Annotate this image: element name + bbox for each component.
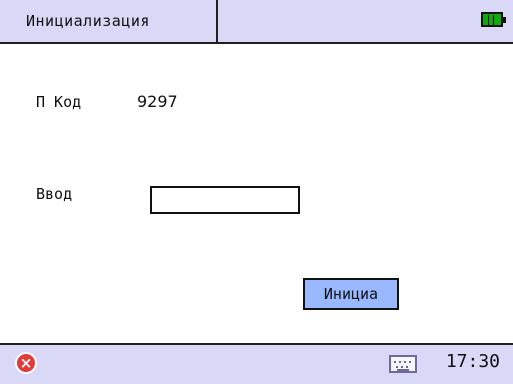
status-bar: × 17:30 <box>0 343 513 384</box>
close-icon[interactable]: × <box>15 352 37 374</box>
code-label: П Код <box>36 93 82 111</box>
input-label: Ввод <box>36 185 73 203</box>
code-value: 9297 <box>137 92 178 111</box>
init-button[interactable]: Инициа <box>303 278 399 310</box>
app-screen: Инициализация П Код 9297 Ввод Инициа × 1… <box>0 0 513 384</box>
battery-icon <box>481 12 506 27</box>
battery-segment <box>488 15 489 25</box>
battery-segment <box>493 15 494 25</box>
code-input[interactable] <box>150 186 300 214</box>
page-title: Инициализация <box>0 0 218 42</box>
keyboard-icon[interactable] <box>389 355 417 373</box>
clock: 17:30 <box>445 351 500 372</box>
header-bar: Инициализация <box>0 0 513 44</box>
